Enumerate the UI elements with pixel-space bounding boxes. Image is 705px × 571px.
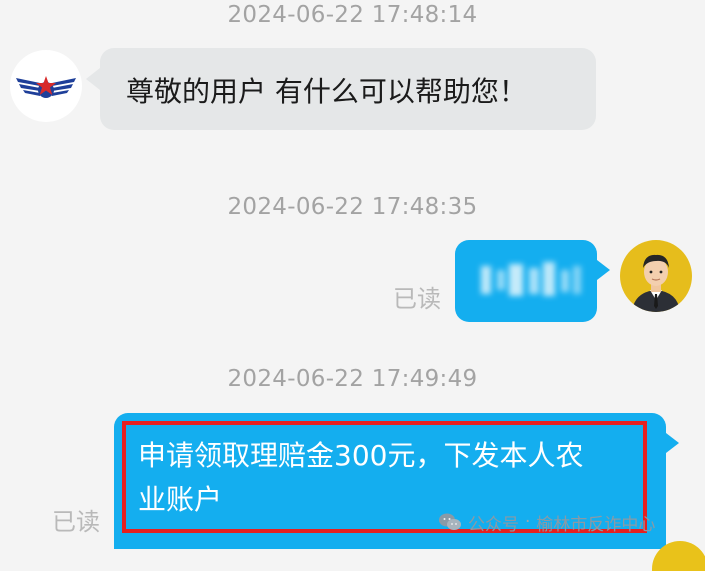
wechat-icon xyxy=(439,513,461,530)
user-avatar-icon[interactable] xyxy=(620,240,692,312)
airline-logo-icon[interactable] xyxy=(10,50,82,122)
watermark-account: 榆林市反诈中心 xyxy=(536,514,656,535)
read-status: 已读 xyxy=(393,285,441,313)
read-status: 已读 xyxy=(52,508,100,536)
incoming-message-bubble[interactable]: 尊敬的用户 有什么可以帮助您！ xyxy=(86,48,596,130)
timestamp: 2024-06-22 17:49:49 xyxy=(227,366,478,392)
outgoing-message-bubble[interactable] xyxy=(455,240,610,322)
timestamp: 2024-06-22 17:48:14 xyxy=(227,2,478,28)
message-text: 尊敬的用户 有什么可以帮助您！ xyxy=(126,75,527,108)
timestamp: 2024-06-22 17:48:35 xyxy=(227,194,478,220)
watermark-label: 公众号 xyxy=(468,514,519,535)
watermark-separator: · xyxy=(525,512,531,532)
watermark: 公众号 · 榆林市反诈中心 xyxy=(438,508,655,536)
redacted-text xyxy=(481,262,581,296)
